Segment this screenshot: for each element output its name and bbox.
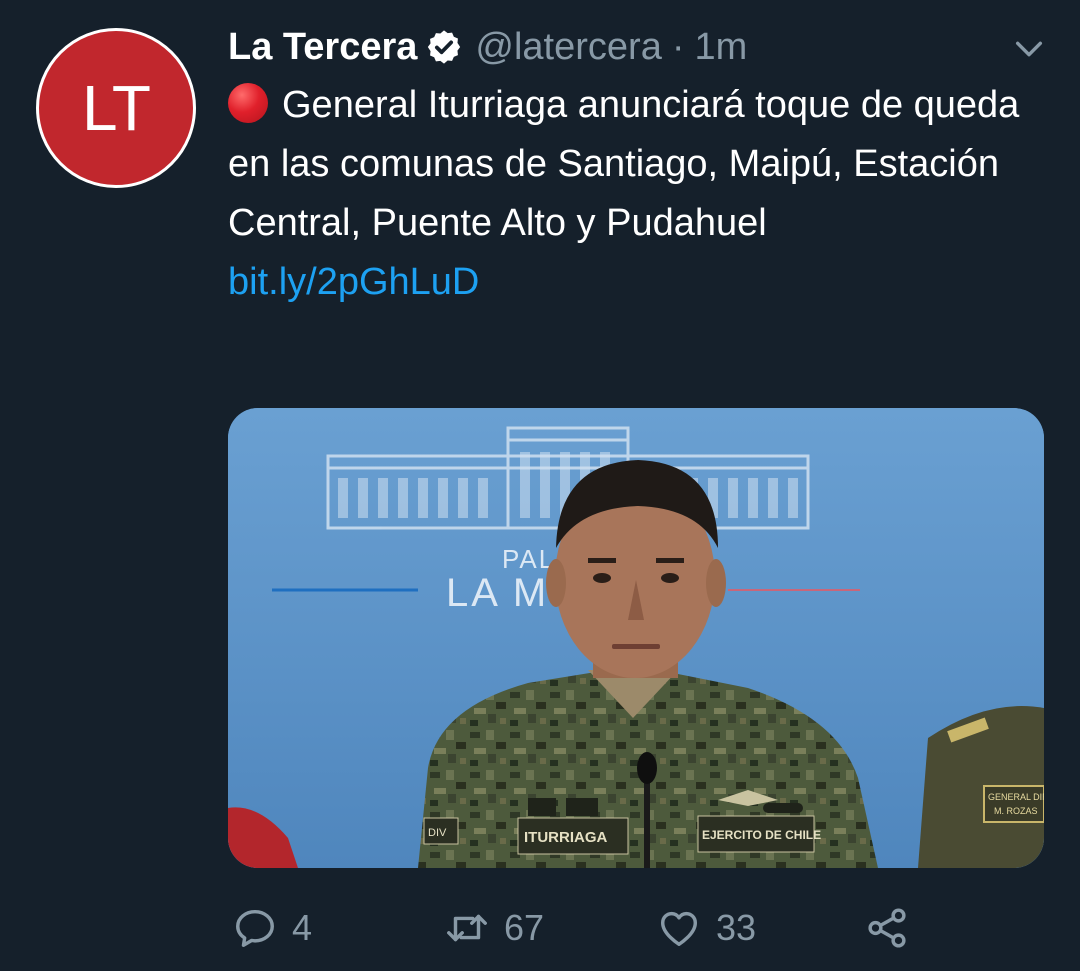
like-count: 33 (716, 907, 757, 948)
retweet-icon (447, 914, 487, 942)
header-separator: · (671, 25, 685, 68)
retweet-button[interactable]: 67 (444, 898, 544, 958)
retweet-count: 67 (504, 907, 545, 948)
heart-icon (660, 911, 698, 947)
chevron-down-icon[interactable] (1012, 32, 1046, 66)
reply-icon (236, 909, 274, 947)
share-icon (868, 908, 906, 948)
avatar-initials: LT (82, 72, 151, 144)
share-button[interactable] (864, 898, 910, 958)
tweet-text: General Iturriaga anunciará toque de que… (228, 84, 1020, 244)
verified-badge-icon (428, 30, 461, 64)
tweet-timestamp[interactable]: 1m (694, 26, 747, 69)
tweet-header: La Tercera @latercera · 1m (228, 22, 747, 72)
uniform-rank-patch: DIV (428, 827, 447, 839)
right-officer-tag-line1: GENERAL DIR (988, 792, 1044, 802)
author-handle[interactable]: @latercera (475, 26, 661, 69)
tweet-media-image[interactable]: PALAC LA MO GENERAL DIR M. ROZAS ITURRIA… (228, 408, 1044, 868)
press-conference-photo: PALAC LA MO GENERAL DIR M. ROZAS ITURRIA… (228, 408, 1044, 868)
right-officer-tag-line2: M. ROZAS (994, 806, 1038, 816)
tweet-actions: 4 67 33 (228, 898, 928, 958)
reply-button[interactable]: 4 (232, 898, 312, 958)
like-button[interactable]: 33 (656, 898, 756, 958)
tweet[interactable]: LT La Tercera @latercera · 1m General It… (0, 0, 1080, 971)
red-circle-icon (228, 83, 268, 123)
reply-count: 4 (292, 907, 313, 948)
tweet-text-block: General Iturriaga anunciará toque de que… (228, 76, 1048, 312)
uniform-branch-tape: EJERCITO DE CHILE (702, 828, 821, 842)
tweet-link[interactable]: bit.ly/2pGhLuD (228, 253, 1048, 312)
display-name[interactable]: La Tercera (228, 26, 417, 69)
uniform-name-tape: ITURRIAGA (524, 829, 607, 846)
avatar[interactable]: LT (36, 28, 196, 188)
